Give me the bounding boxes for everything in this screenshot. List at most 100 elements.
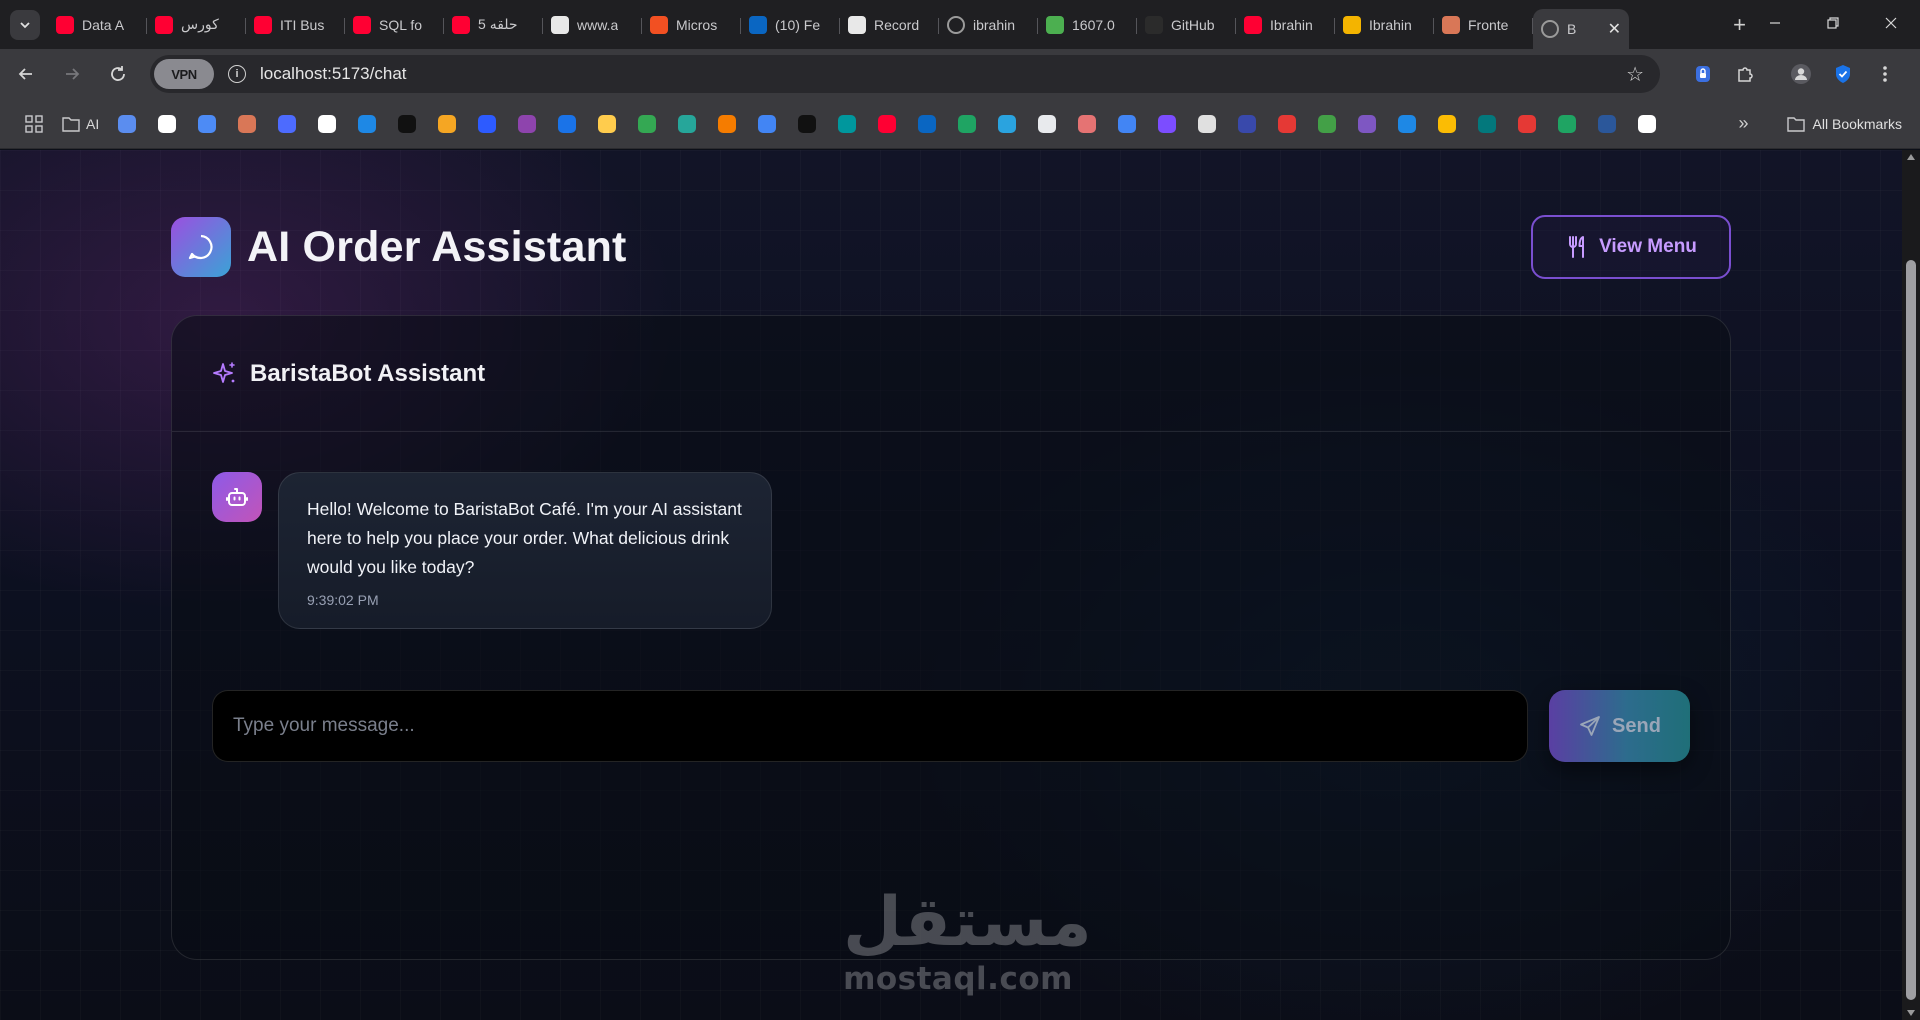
bookmarks-overflow-button[interactable]: » xyxy=(1739,113,1749,134)
browser-menu-button[interactable] xyxy=(1868,57,1902,91)
bookmark-youtube[interactable] xyxy=(875,112,899,136)
bookmark-diamond[interactable] xyxy=(675,112,699,136)
site-info-icon[interactable]: i xyxy=(228,65,246,83)
bookmark-drive[interactable] xyxy=(955,112,979,136)
close-window-button[interactable] xyxy=(1862,16,1920,34)
tab-search-button[interactable] xyxy=(10,9,40,40)
bookmark-huawei[interactable] xyxy=(1275,112,1299,136)
bookmark-upwork[interactable] xyxy=(395,112,419,136)
bookmark-star-icon[interactable]: ☆ xyxy=(1626,62,1644,87)
browser-tab[interactable]: SQL fo xyxy=(345,8,444,42)
bookmark-onedrive[interactable] xyxy=(1395,112,1419,136)
telegram-icon xyxy=(998,114,1017,133)
bookmark-sharepoint[interactable] xyxy=(1475,112,1499,136)
browser-tab[interactable]: Ibrahin xyxy=(1335,8,1434,42)
address-bar[interactable]: VPN i localhost:5173/chat ☆ xyxy=(150,55,1660,93)
reload-icon xyxy=(111,66,125,81)
bookmark-copilot[interactable] xyxy=(1355,112,1379,136)
photos-icon xyxy=(1438,114,1457,133)
bookmark-wuzzuf[interactable] xyxy=(1315,112,1339,136)
profile-button[interactable] xyxy=(1784,57,1818,91)
bookmarks-bar: AI » All Bookmarks xyxy=(0,99,1920,149)
view-menu-button[interactable]: View Menu xyxy=(1531,215,1731,279)
bookmark-arrow[interactable] xyxy=(715,112,739,136)
globe-icon xyxy=(947,15,965,34)
back-button[interactable] xyxy=(6,54,46,94)
scroll-down-icon[interactable] xyxy=(1907,1010,1915,1016)
bookmark-folder-ai[interactable]: AI xyxy=(62,112,99,136)
scrollbar-thumb[interactable] xyxy=(1906,260,1916,1000)
extensions-button[interactable] xyxy=(1728,57,1762,91)
bookmark-translate[interactable] xyxy=(755,112,779,136)
bookmark-s[interactable] xyxy=(475,112,499,136)
bookmark-flask[interactable] xyxy=(1075,112,1099,136)
bookmark-football[interactable] xyxy=(1635,112,1659,136)
reload-button[interactable] xyxy=(98,54,138,94)
page-scrollbar[interactable] xyxy=(1902,150,1920,1020)
message-input[interactable] xyxy=(212,690,1528,762)
claude-icon xyxy=(1442,15,1460,34)
minimize-button[interactable] xyxy=(1746,16,1804,34)
vpn-badge[interactable]: VPN xyxy=(154,59,214,89)
browser-tab[interactable]: ITI Bus xyxy=(246,8,345,42)
bookmark-huggingface[interactable] xyxy=(595,112,619,136)
bookmark-u[interactable] xyxy=(515,112,539,136)
bookmark-photos[interactable] xyxy=(1435,112,1459,136)
bookmark-doc[interactable] xyxy=(1035,112,1059,136)
new-tab-button[interactable]: + xyxy=(1733,12,1746,38)
bookmark-drive2[interactable] xyxy=(1555,112,1579,136)
url-text[interactable]: localhost:5173/chat xyxy=(260,64,407,84)
browser-tab[interactable]: Data A xyxy=(48,8,147,42)
browser-tab[interactable]: ibrahin xyxy=(939,8,1038,42)
browser-tab[interactable]: www.a xyxy=(543,8,642,42)
bookmark-lens[interactable] xyxy=(115,112,139,136)
bookmark-nike[interactable] xyxy=(1515,112,1539,136)
restore-button[interactable] xyxy=(1804,16,1862,34)
tab-title: ibrahin xyxy=(973,16,1016,33)
browser-tab[interactable]: Ibrahin xyxy=(1236,8,1335,42)
tab-title: www.a xyxy=(577,16,619,33)
apps-grid-button[interactable] xyxy=(22,112,46,136)
all-bookmarks-button[interactable]: All Bookmarks xyxy=(1786,116,1902,132)
bookmark-github[interactable] xyxy=(315,112,339,136)
browser-tab[interactable]: 5 حلقه xyxy=(444,8,543,42)
browser-tab[interactable]: GitHub xyxy=(1137,8,1236,42)
browser-tab[interactable]: كورس xyxy=(147,8,246,42)
bookmark-spiral[interactable] xyxy=(1155,112,1179,136)
scroll-up-icon[interactable] xyxy=(1907,154,1915,160)
bookmark-play[interactable] xyxy=(795,112,819,136)
browser-tab[interactable]: (10) Fe xyxy=(741,8,840,42)
forward-button[interactable] xyxy=(52,54,92,94)
bookmark-coursera[interactable] xyxy=(435,112,459,136)
bookmark-gemini[interactable] xyxy=(195,112,219,136)
browser-tab[interactable]: 1607.0 xyxy=(1038,8,1137,42)
bookmark-k[interactable] xyxy=(355,112,379,136)
browser-tab[interactable]: Fronte xyxy=(1434,8,1533,42)
send-button[interactable]: Send xyxy=(1549,690,1690,762)
extension-lock-button[interactable] xyxy=(1686,57,1720,91)
browser-tab[interactable]: Record xyxy=(840,8,939,42)
tab-close-icon[interactable]: ✕ xyxy=(1608,19,1621,39)
bookmark-qr[interactable] xyxy=(1195,112,1219,136)
bookmark-arduino[interactable] xyxy=(835,112,859,136)
tab-title: Fronte xyxy=(1468,16,1509,33)
calendar-icon xyxy=(1118,114,1137,133)
tab-strip: Data A كورس ITI Bus SQL fo 5 حلقه www.a Micros… xyxy=(48,0,1717,49)
bookmark-calendar[interactable] xyxy=(1115,112,1139,136)
bookmark-deepseek[interactable] xyxy=(275,112,299,136)
bookmark-linkedin[interactable] xyxy=(915,112,939,136)
chevron-down-icon xyxy=(20,21,30,28)
tab-active[interactable]: B ✕ xyxy=(1533,9,1629,49)
kebab-menu-icon xyxy=(1883,66,1887,82)
bookmark-maps[interactable] xyxy=(635,112,659,136)
bookmark-telegram[interactable] xyxy=(995,112,1019,136)
security-extension-button[interactable] xyxy=(1826,57,1860,91)
browser-tab[interactable]: Micros xyxy=(642,8,741,42)
bookmark-c[interactable] xyxy=(555,112,579,136)
bookmark-claude[interactable] xyxy=(235,112,259,136)
bookmark-word[interactable] xyxy=(1595,112,1619,136)
bookmark-w[interactable] xyxy=(1235,112,1259,136)
restore-icon xyxy=(1827,16,1839,29)
send-icon xyxy=(1578,714,1602,738)
bookmark-openai[interactable] xyxy=(155,112,179,136)
